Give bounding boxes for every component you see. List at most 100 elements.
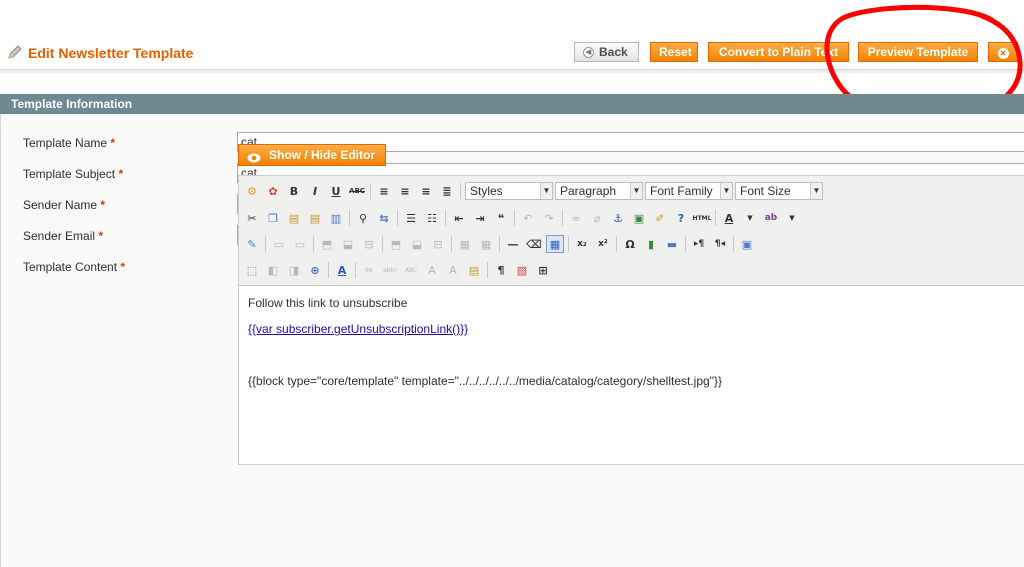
show-blocks-icon[interactable]: ¶ (492, 261, 510, 279)
visual-aid-icon[interactable]: ▦ (546, 235, 564, 253)
html-source-icon[interactable]: HTML (693, 209, 712, 227)
widget-icon[interactable]: ⚙ (243, 182, 261, 200)
rtl-icon[interactable]: ¶◂ (711, 235, 729, 253)
paste-word-icon[interactable]: ▥ (327, 209, 345, 227)
toolbar-separator (328, 262, 329, 278)
underline-icon[interactable]: U (327, 182, 345, 200)
block-directive: {{block type="core/template" template=".… (248, 374, 722, 388)
delete-row-icon[interactable]: ⊟ (360, 235, 378, 253)
back-button[interactable]: ◀ Back (574, 42, 639, 62)
acronym-icon[interactable]: ABC (402, 261, 420, 279)
editor-content[interactable]: Follow this link to unsubscribe {{var su… (239, 286, 1024, 466)
special-character-icon[interactable]: Ω (621, 235, 639, 253)
table-row-props-icon[interactable]: ▭ (270, 235, 288, 253)
convert-to-plain-text-button[interactable]: Convert to Plain Text (708, 42, 849, 62)
fullscreen-icon[interactable]: ▣ (738, 235, 756, 253)
delete-text-icon[interactable]: A (423, 261, 441, 279)
unlink-icon[interactable]: ⌀ (588, 209, 606, 227)
italic-icon[interactable]: I (306, 182, 324, 200)
subscript-icon[interactable]: x₂ (573, 235, 591, 253)
format-select[interactable]: Paragraph ▼ (555, 182, 643, 200)
template-name-label: Template Name * (23, 136, 116, 150)
remove-format-icon[interactable]: ⌫ (525, 235, 543, 253)
font-family-select[interactable]: Font Family ▼ (645, 182, 733, 200)
image-insert-icon[interactable]: ✿ (264, 182, 282, 200)
nonbreaking-icon[interactable]: ▧ (513, 261, 531, 279)
split-cells-icon[interactable]: ▦ (456, 235, 474, 253)
insert-row-after-icon[interactable]: ⬓ (339, 235, 357, 253)
align-center-icon[interactable]: ≡ (396, 182, 414, 200)
absolute-position-icon[interactable]: ⊕ (306, 261, 324, 279)
toolbar-separator (562, 210, 563, 226)
align-left-icon[interactable]: ≡ (375, 182, 393, 200)
help-icon[interactable]: ? (672, 209, 690, 227)
unsubscribe-link[interactable]: {{var subscriber.getUnsubscriptionLink()… (248, 322, 468, 336)
text-color-icon[interactable]: A (720, 209, 738, 227)
font-size-select[interactable]: Font Size ▼ (735, 182, 823, 200)
toolbar-separator (265, 236, 266, 252)
chevron-down-icon: ▼ (630, 183, 642, 199)
find-icon[interactable]: ⚲ (354, 209, 372, 227)
ltr-icon[interactable]: ▸¶ (690, 235, 708, 253)
sender-email-label: Sender Email * (23, 229, 104, 243)
style-props-icon[interactable]: A (333, 261, 351, 279)
bullet-list-icon[interactable]: ☰ (402, 209, 420, 227)
indent-icon[interactable]: ⇥ (471, 209, 489, 227)
insert-layer-icon[interactable]: ⬚ (243, 261, 261, 279)
merge-cells-icon[interactable]: ▦ (477, 235, 495, 253)
horizontal-rule-icon[interactable]: — (504, 235, 522, 253)
section-header: Template Information (0, 94, 1024, 114)
show-hide-editor-button[interactable]: Show / Hide Editor (238, 144, 387, 166)
preview-template-button[interactable]: Preview Template (858, 42, 978, 62)
delete-col-icon[interactable]: ⊟ (429, 235, 447, 253)
blockquote-icon[interactable]: ❝ (492, 209, 510, 227)
insert-col-after-icon[interactable]: ⬓ (408, 235, 426, 253)
superscript-icon[interactable]: x² (594, 235, 612, 253)
redo-icon[interactable]: ↷ (540, 209, 558, 227)
cleanup-icon[interactable]: ✐ (651, 209, 669, 227)
cut-icon[interactable]: ✂ (243, 209, 261, 227)
anchor-icon[interactable]: ⚓ (609, 209, 627, 227)
back-button-label: Back (599, 45, 628, 59)
toolbar-row-2: ✂ ❐ ▤ ▤ ▥ ⚲ ⇆ ☰ ☷ ⇤ ⇥ ❝ ↶ ↷ ∞ ⌀ ⚓ ▣ ✐ ? … (243, 206, 804, 230)
table-cell-props-icon[interactable]: ▭ (291, 235, 309, 253)
insert-col-before-icon[interactable]: ⬒ (387, 235, 405, 253)
chevron-down-icon[interactable]: ▼ (783, 209, 801, 227)
insert-text-icon[interactable]: A (444, 261, 462, 279)
toolbar-separator (487, 262, 488, 278)
numbered-list-icon[interactable]: ☷ (423, 209, 441, 227)
abbr-icon[interactable]: abbr (381, 261, 399, 279)
paste-icon[interactable]: ▤ (285, 209, 303, 227)
undo-icon[interactable]: ↶ (519, 209, 537, 227)
reset-button[interactable]: Reset (650, 42, 698, 62)
background-color-icon[interactable]: ab (762, 209, 780, 227)
align-justify-icon[interactable]: ≣ (438, 182, 456, 200)
overflow-button[interactable]: ✕ (988, 42, 1018, 62)
bold-icon[interactable]: B (285, 182, 303, 200)
toolbar-separator (460, 183, 461, 199)
link-icon[interactable]: ∞ (567, 209, 585, 227)
eye-icon (247, 150, 261, 163)
cite-icon[interactable]: 66 (360, 261, 378, 279)
paste-text-icon[interactable]: ▤ (306, 209, 324, 227)
move-backward-icon[interactable]: ◨ (285, 261, 303, 279)
show-hide-editor-label: Show / Hide Editor (269, 148, 376, 162)
align-right-icon[interactable]: ≡ (417, 182, 435, 200)
image-icon[interactable]: ▣ (630, 209, 648, 227)
insert-row-before-icon[interactable]: ⬒ (318, 235, 336, 253)
copy-icon[interactable]: ❐ (264, 209, 282, 227)
attributes-icon[interactable]: ▤ (465, 261, 483, 279)
edit-style-icon[interactable]: ✎ (243, 235, 261, 253)
toolbar-row-1: ⚙ ✿ B I U ABC ≡ ≡ ≡ ≣ Styles ▼ Paragraph ▼… (243, 179, 825, 203)
pagebreak-icon[interactable]: ⊞ (534, 261, 552, 279)
move-forward-icon[interactable]: ◧ (264, 261, 282, 279)
strikethrough-icon[interactable]: ABC (348, 182, 366, 200)
advanced-hr-icon[interactable]: ▬ (663, 235, 681, 253)
media-icon[interactable]: ▮ (642, 235, 660, 253)
chevron-down-icon[interactable]: ▼ (741, 209, 759, 227)
outdent-icon[interactable]: ⇤ (450, 209, 468, 227)
toolbar-separator (397, 210, 398, 226)
replace-icon[interactable]: ⇆ (375, 209, 393, 227)
styles-select[interactable]: Styles ▼ (465, 182, 553, 200)
toolbar-separator (685, 236, 686, 252)
